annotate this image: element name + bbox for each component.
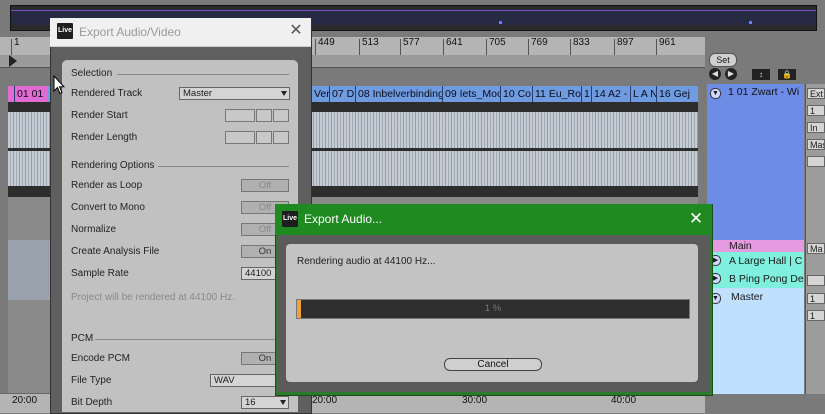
clip-name[interactable]: L A N bbox=[630, 86, 657, 102]
clip-name[interactable]: 01 01 bbox=[14, 86, 51, 102]
io-field[interactable]: In bbox=[807, 122, 825, 133]
io-field[interactable]: 1 bbox=[807, 293, 825, 304]
cancel-button[interactable]: Cancel bbox=[444, 358, 542, 371]
ruler-tick: 897 bbox=[614, 37, 634, 55]
mouse-cursor-icon bbox=[53, 75, 65, 95]
time-label: 20:00 bbox=[12, 395, 38, 406]
rendered-track-select[interactable]: Master bbox=[179, 87, 290, 100]
close-icon[interactable]: ✕ bbox=[688, 209, 704, 229]
close-icon[interactable]: ✕ bbox=[289, 22, 303, 40]
sample-rate-value: 44100 bbox=[245, 268, 272, 279]
track-fold-icon[interactable]: ▼ bbox=[710, 88, 721, 99]
io-field[interactable] bbox=[807, 156, 825, 167]
clip-name[interactable]: 11 Eu_Ro bbox=[532, 86, 581, 102]
render-start-label: Render Start bbox=[71, 110, 128, 121]
overview-marker bbox=[499, 21, 502, 24]
create-analysis-label: Create Analysis File bbox=[71, 246, 160, 257]
return-track-b[interactable]: B Ping Pong De bbox=[707, 270, 804, 288]
io-field[interactable]: Ma bbox=[807, 243, 825, 254]
loop-start-marker[interactable] bbox=[9, 55, 17, 67]
render-as-loop-toggle[interactable]: Off bbox=[241, 179, 289, 192]
file-type-value: WAV bbox=[214, 375, 235, 386]
rendered-track-value: Master bbox=[183, 88, 213, 99]
clip-name[interactable]: 09 Iets_Moo bbox=[442, 86, 501, 102]
clip-name[interactable]: 07 D bbox=[329, 86, 356, 102]
render-start-bars[interactable] bbox=[225, 109, 255, 122]
io-field[interactable] bbox=[807, 275, 825, 286]
ruler-tick: 641 bbox=[443, 37, 463, 55]
rendered-track-label: Rendered Track bbox=[71, 88, 143, 99]
ruler-tick: 577 bbox=[400, 37, 420, 55]
nav-right-button[interactable]: ▶ bbox=[725, 68, 737, 80]
ruler-tick: 449 bbox=[315, 37, 335, 55]
render-start-beats[interactable] bbox=[256, 109, 272, 122]
clip-name[interactable]: 08 Inbelverbinding bbox=[355, 86, 442, 102]
clip-name[interactable]: 16 Gej bbox=[656, 86, 696, 102]
overview-marker bbox=[749, 21, 752, 24]
time-label: 30:00 bbox=[462, 395, 488, 406]
ruler-tick: 1 bbox=[11, 37, 20, 55]
render-note: Project will be rendered at 44100 Hz. bbox=[71, 292, 235, 303]
lock-icon[interactable]: 🔒 bbox=[778, 69, 796, 80]
progress-dialog-title: Export Audio... bbox=[304, 212, 383, 226]
render-status-text: Rendering audio at 44100 Hz... bbox=[297, 256, 436, 267]
master-track[interactable]: Master bbox=[707, 288, 804, 394]
clip-name[interactable]: Ver bbox=[311, 86, 331, 102]
bit-depth-label: Bit Depth bbox=[71, 397, 113, 408]
ruler-tick: 833 bbox=[570, 37, 590, 55]
clip-name[interactable]: 14 A2 - bbox=[591, 86, 630, 102]
ruler-tick: 705 bbox=[486, 37, 506, 55]
divider bbox=[95, 339, 289, 340]
dialog-title: Export Audio/Video bbox=[79, 25, 181, 39]
divider bbox=[117, 74, 289, 75]
set-button[interactable]: Set bbox=[709, 53, 737, 67]
section-selection: Selection bbox=[71, 68, 113, 79]
ruler-tick: 769 bbox=[528, 37, 548, 55]
clip-name[interactable]: 10 Co bbox=[500, 86, 531, 102]
track-name[interactable]: 1 01 Zwart - Wi bbox=[728, 86, 799, 98]
io-field[interactable]: 1 bbox=[807, 310, 825, 321]
bit-depth-value: 16 bbox=[245, 397, 256, 408]
ruler-tick: 513 bbox=[359, 37, 379, 55]
nav-buttons: ◀ ▶ ↕ 🔒 bbox=[709, 67, 799, 81]
encode-pcm-label: Encode PCM bbox=[71, 353, 130, 364]
nav-left-button[interactable]: ◀ bbox=[709, 68, 721, 80]
sample-rate-label: Sample Rate bbox=[71, 268, 129, 279]
convert-to-mono-label: Convert to Mono bbox=[71, 202, 145, 213]
audio-track-header[interactable] bbox=[707, 84, 804, 240]
file-type-label: File Type bbox=[71, 375, 112, 386]
ruler-tick: 961 bbox=[656, 37, 676, 55]
expand-icon[interactable]: ↕ bbox=[752, 69, 770, 80]
io-field[interactable]: Ext bbox=[807, 88, 825, 99]
bit-depth-select[interactable]: 16 bbox=[241, 396, 289, 409]
normalize-label: Normalize bbox=[71, 224, 117, 235]
render-as-loop-label: Render as Loop bbox=[71, 180, 143, 191]
overview-line bbox=[11, 10, 816, 11]
render-length-sixteenths[interactable] bbox=[273, 131, 289, 144]
chevron-down-icon bbox=[281, 91, 287, 96]
time-label: 40:00 bbox=[611, 395, 637, 406]
chevron-down-icon bbox=[280, 400, 286, 405]
divider bbox=[158, 166, 289, 167]
track-main[interactable]: Main bbox=[707, 240, 804, 252]
io-field[interactable]: Mas bbox=[807, 139, 825, 150]
render-start-sixteenths[interactable] bbox=[273, 109, 289, 122]
render-length-label: Render Length bbox=[71, 132, 138, 143]
render-length-beats[interactable] bbox=[256, 131, 272, 144]
progress-percent-text: 1 % bbox=[484, 303, 502, 314]
section-rendering-options: Rendering Options bbox=[71, 160, 155, 171]
time-label: 20:00 bbox=[312, 395, 338, 406]
render-length-bars[interactable] bbox=[225, 131, 255, 144]
return-track-a[interactable]: A Large Hall | C bbox=[707, 252, 804, 270]
io-field[interactable]: 1 bbox=[807, 105, 825, 116]
live-logo-icon: Live bbox=[282, 211, 298, 227]
live-logo-icon: Live bbox=[57, 23, 73, 39]
section-pcm: PCM bbox=[71, 333, 94, 344]
render-progress-bar: 1 % bbox=[296, 299, 690, 319]
